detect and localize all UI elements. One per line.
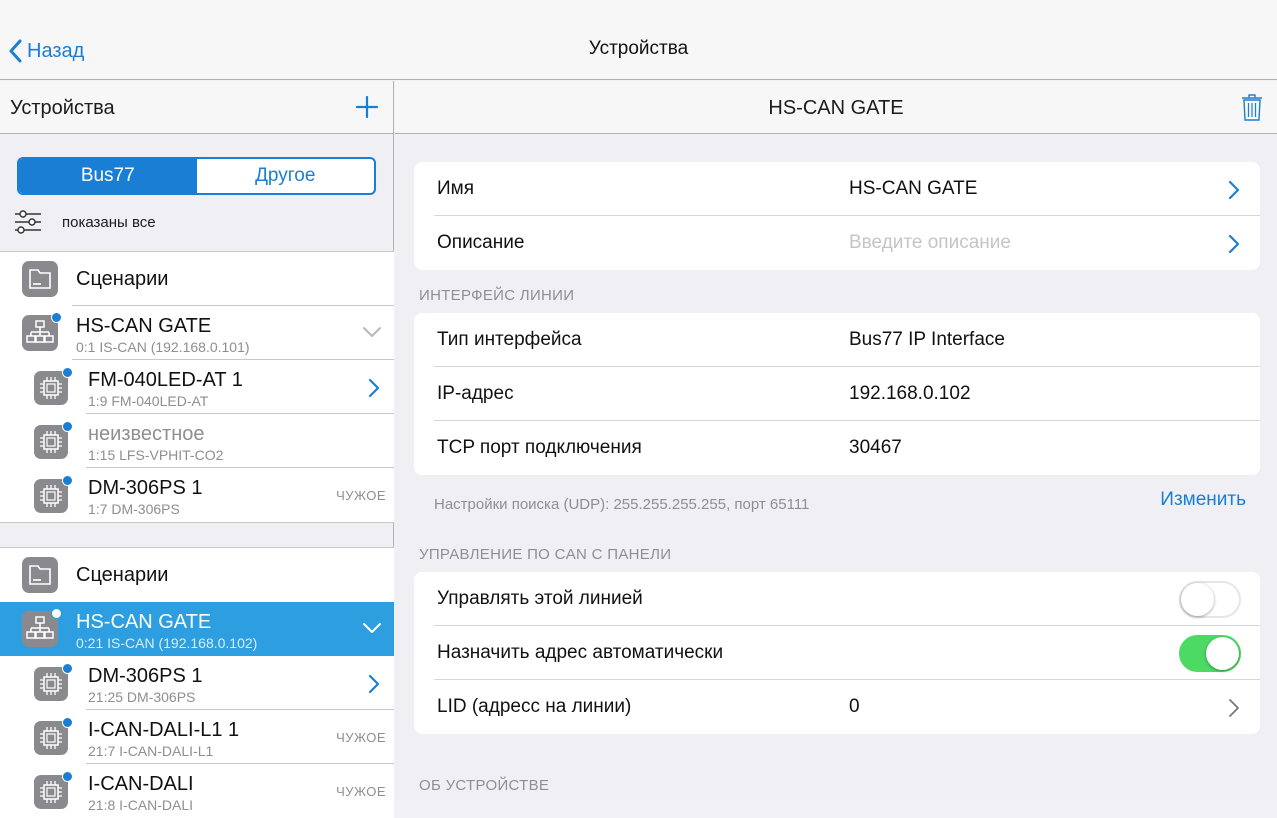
device-name: неизвестное (88, 423, 205, 445)
device-list-header: Устройства (0, 81, 393, 134)
folder-icon (22, 261, 58, 297)
navigation-bar: Назад Устройства (0, 0, 1277, 80)
gateway-name: HS-CAN GATE (76, 315, 212, 337)
device-group-2: Сценарии HS-CAN GATE 0:21 IS-CAN (192.16… (0, 547, 394, 818)
scenarios-label: Сценарии (76, 564, 169, 586)
device-list-title: Устройства (10, 97, 115, 119)
description-row[interactable]: Описание Введите описание (414, 216, 1260, 270)
tcp-port-value: 30467 (849, 437, 902, 458)
gateway-address: 0:1 IS-CAN (192.168.0.101) (76, 339, 250, 355)
list-item-device[interactable]: DM-306PS 1 1:7 DM-306PS ЧУЖОЕ (0, 468, 394, 522)
device-address: 21:25 DM-306PS (88, 689, 196, 705)
description-placeholder: Введите описание (849, 232, 1011, 253)
list-item-device[interactable]: I-CAN-DALI-L1 1 21:7 I-CAN-DALI-L1 ЧУЖОЕ (0, 710, 394, 764)
device-name: I-CAN-DALI-L1 1 (88, 719, 240, 741)
trash-icon[interactable] (1241, 93, 1263, 122)
lid-label: LID (адресс на линии) (437, 696, 632, 717)
section-header-can-control: УПРАВЛЕНИЕ ПО CAN С ПАНЕЛИ (419, 546, 672, 563)
lid-row[interactable]: LID (адресс на линии) 0 (414, 680, 1260, 734)
device-name: DM-306PS 1 (88, 477, 203, 499)
list-item-scenarios[interactable]: Сценарии (0, 252, 394, 306)
list-item-scenarios[interactable]: Сценарии (0, 548, 394, 602)
chevron-right-icon (1228, 180, 1240, 200)
ip-address-value: 192.168.0.102 (849, 383, 971, 404)
page-title: Устройства (588, 38, 689, 59)
name-label: Имя (437, 178, 475, 199)
filter-sliders-icon (15, 210, 41, 234)
device-address: 1:9 FM-040LED-AT (88, 393, 209, 409)
list-item-device[interactable]: FM-040LED-AT 1 1:9 FM-040LED-AT (0, 360, 394, 414)
gateway-name: HS-CAN GATE (76, 611, 212, 633)
status-dot (51, 312, 62, 323)
can-control-card: Управлять этой линией Назначить адрес ав… (414, 572, 1260, 734)
manage-line-label: Управлять этой линией (437, 588, 643, 609)
add-device-button[interactable] (355, 95, 379, 119)
list-item-device[interactable]: DM-306PS 1 21:25 DM-306PS (0, 656, 394, 710)
interface-type-row: Тип интерфейса Bus77 IP Interface (414, 313, 1260, 367)
interface-type-label: Тип интерфейса (437, 329, 582, 350)
device-name: DM-306PS 1 (88, 665, 203, 687)
status-dot (62, 475, 73, 486)
gateway-address: 0:21 IS-CAN (192.168.0.102) (76, 635, 258, 651)
status-dot (51, 608, 62, 619)
chevron-right-icon (1228, 234, 1240, 254)
name-row[interactable]: Имя HS-CAN GATE (414, 162, 1260, 216)
list-item-gateway[interactable]: HS-CAN GATE 0:1 IS-CAN (192.168.0.101) (0, 306, 394, 360)
foreign-badge: ЧУЖОЕ (336, 730, 386, 745)
device-detail-pane: HS-CAN GATE Имя HS-CAN GATE Описание Вве… (395, 81, 1277, 800)
device-name: FM-040LED-AT 1 (88, 369, 243, 391)
filter-label: показаны все (62, 213, 156, 231)
ip-address-row: IP-адрес 192.168.0.102 (414, 367, 1260, 421)
bus-type-segmented-control: Bus77 Другое (17, 157, 376, 195)
detail-title: HS-CAN GATE (768, 97, 904, 119)
chevron-down-icon[interactable] (362, 326, 382, 338)
ip-address-label: IP-адрес (437, 383, 514, 404)
auto-address-label: Назначить адрес автоматически (437, 642, 724, 663)
segment-other[interactable]: Другое (197, 159, 375, 193)
device-group-1: Сценарии HS-CAN GATE 0:1 IS-CAN (192.168… (0, 251, 394, 523)
folder-icon (22, 557, 58, 593)
manage-line-toggle[interactable] (1179, 581, 1241, 618)
segment-bus77[interactable]: Bus77 (19, 159, 197, 193)
status-dot (62, 663, 73, 674)
change-button[interactable]: Изменить (1160, 489, 1246, 511)
list-item-device[interactable]: неизвестное 1:15 LFS-VPHIT-CO2 (0, 414, 394, 468)
device-name: I-CAN-DALI (88, 773, 194, 795)
foreign-badge: ЧУЖОЕ (336, 784, 386, 799)
status-dot (62, 771, 73, 782)
tcp-port-label: TCP порт подключения (437, 437, 642, 458)
device-address: 21:8 I-CAN-DALI (88, 797, 194, 813)
device-address: 21:7 I-CAN-DALI-L1 (88, 743, 214, 759)
general-card: Имя HS-CAN GATE Описание Введите описани… (414, 162, 1260, 270)
scenarios-label: Сценарии (76, 268, 169, 290)
auto-address-row: Назначить адрес автоматически (414, 626, 1260, 680)
auto-address-toggle[interactable] (1179, 635, 1241, 672)
status-dot (62, 717, 73, 728)
foreign-badge: ЧУЖОЕ (336, 488, 386, 503)
filter-control[interactable]: показаны все (14, 210, 156, 234)
device-address: 1:7 DM-306PS (88, 501, 180, 517)
list-item-gateway-selected[interactable]: HS-CAN GATE 0:21 IS-CAN (192.168.0.102) (0, 602, 394, 656)
detail-header: HS-CAN GATE (395, 81, 1277, 134)
chevron-right-icon (1229, 699, 1239, 717)
name-value: HS-CAN GATE (849, 178, 978, 199)
chevron-right-icon[interactable] (368, 378, 380, 398)
section-header-about: ОБ УСТРОЙСТВЕ (419, 777, 550, 794)
status-dot (62, 421, 73, 432)
interface-card: Тип интерфейса Bus77 IP Interface IP-адр… (414, 313, 1260, 475)
section-header-interface: ИНТЕРФЕЙС ЛИНИИ (419, 287, 575, 304)
chevron-right-icon[interactable] (368, 674, 380, 694)
chevron-down-icon[interactable] (362, 622, 382, 634)
tcp-port-row: TCP порт подключения 30467 (414, 421, 1260, 475)
lid-value: 0 (849, 696, 860, 717)
interface-type-value: Bus77 IP Interface (849, 329, 1005, 350)
udp-search-settings: Настройки поиска (UDP): 255.255.255.255,… (434, 496, 810, 513)
status-dot (62, 367, 73, 378)
manage-line-row: Управлять этой линией (414, 572, 1260, 626)
description-label: Описание (437, 232, 525, 253)
device-address: 1:15 LFS-VPHIT-CO2 (88, 447, 224, 463)
list-item-device[interactable]: I-CAN-DALI 21:8 I-CAN-DALI ЧУЖОЕ (0, 764, 394, 818)
